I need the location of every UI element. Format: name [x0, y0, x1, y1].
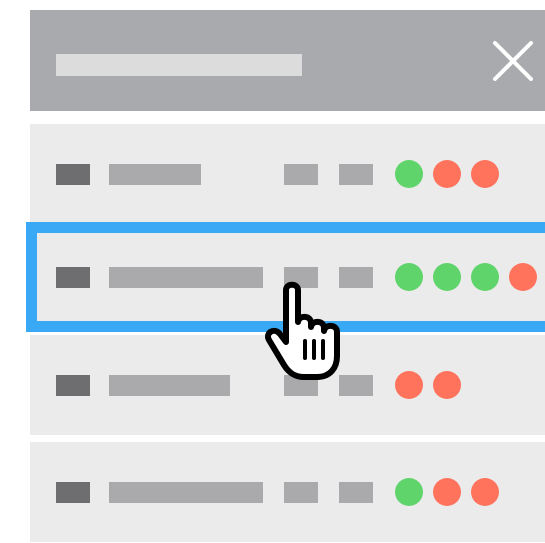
list-row-1[interactable] [30, 124, 545, 224]
dialog-title-placeholder [56, 54, 302, 76]
row-cell-placeholder [339, 482, 373, 503]
close-button[interactable] [492, 40, 534, 82]
status-dot-ok [395, 263, 423, 291]
close-icon [493, 41, 533, 81]
row-icon [56, 482, 90, 503]
list-row-4[interactable] [30, 442, 545, 542]
dialog-window [0, 0, 545, 543]
dialog-header [30, 10, 545, 111]
status-dot-ok [395, 478, 423, 506]
row-icon [56, 267, 90, 288]
row-icon [56, 164, 90, 185]
status-dot-error [433, 478, 461, 506]
status-dot-error [471, 478, 499, 506]
row-cell-placeholder [284, 164, 318, 185]
status-dot-error [433, 160, 461, 188]
row-name-placeholder [109, 267, 263, 288]
row-icon [56, 375, 90, 396]
status-dot-ok [433, 263, 461, 291]
row-name-placeholder [109, 164, 201, 185]
status-dot-ok [395, 160, 423, 188]
status-dot-error [471, 160, 499, 188]
row-name-placeholder [109, 375, 230, 396]
hand-pointer-icon [262, 278, 354, 382]
status-dot-error [433, 371, 461, 399]
row-name-placeholder [109, 482, 263, 503]
status-dot-error [509, 263, 537, 291]
row-cell-placeholder [339, 164, 373, 185]
status-dot-ok [471, 263, 499, 291]
row-cell-placeholder [284, 482, 318, 503]
status-dot-error [395, 371, 423, 399]
